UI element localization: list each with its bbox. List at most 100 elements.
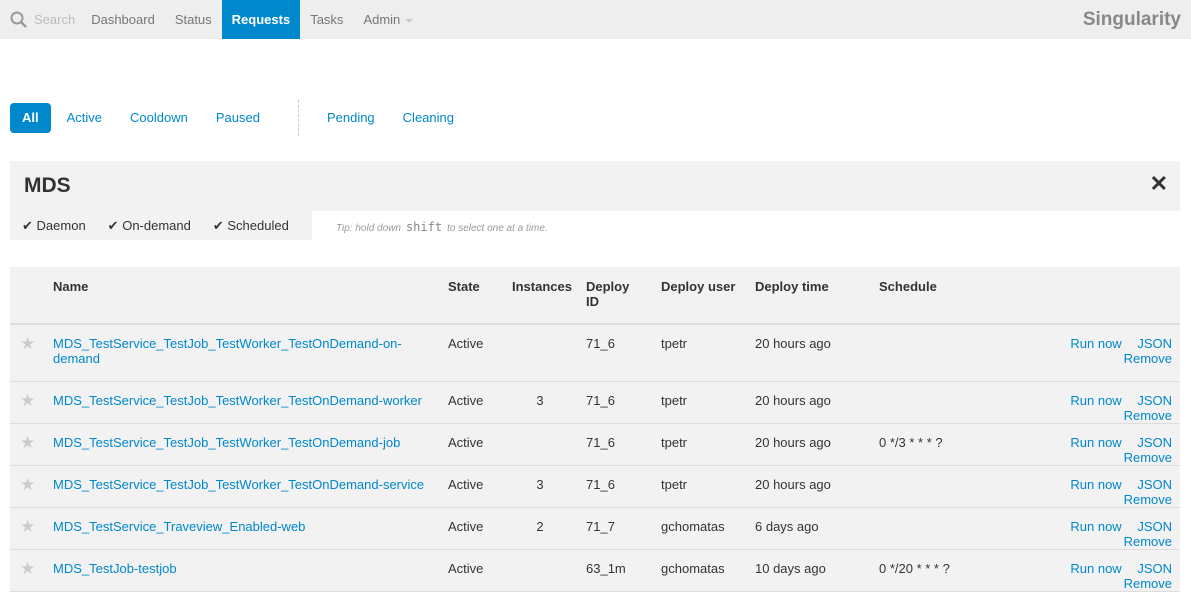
search-icon xyxy=(10,11,27,28)
state-cell: Active xyxy=(448,423,512,466)
check-icon: ✔ xyxy=(107,217,119,233)
request-name-cell: MDS_TestService_TestJob_TestWorker_TestO… xyxy=(53,381,448,424)
tip-prefix: Tip: hold down xyxy=(336,223,401,234)
request-name-link[interactable]: MDS_TestService_TestJob_TestWorker_TestO… xyxy=(53,435,400,450)
request-name-cell: MDS_TestJob-testjob xyxy=(53,549,448,592)
star-icon[interactable]: ★ xyxy=(10,465,53,508)
instances-cell xyxy=(512,324,586,382)
brand-logo[interactable]: Singularity xyxy=(1083,0,1181,39)
star-icon[interactable]: ★ xyxy=(10,381,53,424)
request-name-link[interactable]: MDS_TestService_TestJob_TestWorker_TestO… xyxy=(53,336,402,366)
requests-table: Name State Instances Deploy ID Deploy us… xyxy=(10,267,1180,592)
filter-cooldown[interactable]: Cooldown xyxy=(118,103,200,133)
deploy-id-cell: 71_6 xyxy=(586,465,661,508)
star-icon[interactable]: ★ xyxy=(10,507,53,550)
header-instances[interactable]: Instances xyxy=(512,267,586,325)
deploy-user-cell: gchomatas xyxy=(661,507,755,550)
request-name-link[interactable]: MDS_TestService_TestJob_TestWorker_TestO… xyxy=(53,477,424,492)
header-deploy-id[interactable]: Deploy ID xyxy=(586,267,661,325)
search-button[interactable]: Search xyxy=(0,0,81,39)
close-icon[interactable]: ✕ xyxy=(1150,171,1168,197)
nav-dashboard[interactable]: Dashboard xyxy=(81,0,165,39)
run-now-link[interactable]: Run now xyxy=(1070,561,1121,576)
star-header xyxy=(10,267,53,325)
state-cell: Active xyxy=(448,549,512,592)
star-icon[interactable]: ★ xyxy=(10,549,53,592)
type-scheduled[interactable]: ✔ Scheduled xyxy=(213,218,289,234)
request-name-link[interactable]: MDS_TestService_TestJob_TestWorker_TestO… xyxy=(53,393,422,408)
request-name-cell: MDS_TestService_Traveview_Enabled-web xyxy=(53,507,448,550)
filter-cleaning[interactable]: Cleaning xyxy=(391,103,466,133)
request-name-link[interactable]: MDS_TestJob-testjob xyxy=(53,561,177,576)
nav-admin[interactable]: Admin xyxy=(353,0,423,39)
check-icon: ✔ xyxy=(212,217,224,233)
nav-tasks[interactable]: Tasks xyxy=(300,0,353,39)
request-name-link[interactable]: MDS_TestService_Traveview_Enabled-web xyxy=(53,519,305,534)
instances-cell xyxy=(512,549,586,592)
filter-pending[interactable]: Pending xyxy=(315,103,387,133)
remove-link[interactable]: Remove xyxy=(1124,450,1172,465)
run-now-link[interactable]: Run now xyxy=(1070,519,1121,534)
header-actions xyxy=(1008,267,1180,325)
json-link[interactable]: JSON xyxy=(1137,393,1172,408)
request-name-cell: MDS_TestService_TestJob_TestWorker_TestO… xyxy=(53,423,448,466)
filter-active[interactable]: Active xyxy=(55,103,114,133)
filter-bar: All Active Cooldown Paused Pending Clean… xyxy=(10,100,470,136)
type-on-demand[interactable]: ✔ On-demand xyxy=(108,218,191,234)
actions-cell: Run now JSON Remove xyxy=(1008,549,1180,592)
caret-down-icon xyxy=(405,18,414,23)
table-header: Name State Instances Deploy ID Deploy us… xyxy=(10,267,1180,325)
header-name[interactable]: Name xyxy=(53,267,448,325)
request-name-cell: MDS_TestService_TestJob_TestWorker_TestO… xyxy=(53,465,448,508)
header-deploy-time[interactable]: Deploy time xyxy=(755,267,879,325)
deploy-user-cell: tpetr xyxy=(661,423,755,466)
schedule-cell: 0 */3 * * * ? xyxy=(879,423,1008,466)
remove-link[interactable]: Remove xyxy=(1124,408,1172,423)
schedule-cell: 0 */20 * * * ? xyxy=(879,549,1008,592)
nav-admin-label: Admin xyxy=(363,12,401,27)
instances-cell xyxy=(512,423,586,466)
header-schedule[interactable]: Schedule xyxy=(879,267,1008,325)
type-daemon[interactable]: ✔ Daemon xyxy=(22,218,86,234)
filter-paused[interactable]: Paused xyxy=(204,103,272,133)
actions-cell: Run now JSON Remove xyxy=(1008,423,1180,466)
table-row: ★ MDS_TestService_TestJob_TestWorker_Tes… xyxy=(10,381,1180,424)
table-row: ★ MDS_TestService_TestJob_TestWorker_Tes… xyxy=(10,423,1180,466)
run-now-link[interactable]: Run now xyxy=(1070,477,1121,492)
deploy-time-cell: 20 hours ago xyxy=(755,465,879,508)
table-row: ★ MDS_TestJob-testjob Active 63_1m gchom… xyxy=(10,549,1180,592)
json-link[interactable]: JSON xyxy=(1137,561,1172,576)
tip-text: Tip: hold down shift to select one at a ti… xyxy=(336,220,548,234)
nav-requests[interactable]: Requests xyxy=(221,0,301,39)
type-label: Daemon xyxy=(36,217,86,233)
schedule-cell xyxy=(879,324,1008,382)
group-header: MDS ✕ xyxy=(10,161,1180,211)
json-link[interactable]: JSON xyxy=(1137,519,1172,534)
type-filters: ✔ Daemon ✔ On-demand ✔ Scheduled xyxy=(10,211,312,240)
check-icon: ✔ xyxy=(22,217,33,233)
run-now-link[interactable]: Run now xyxy=(1070,435,1121,450)
run-now-link[interactable]: Run now xyxy=(1070,336,1121,351)
json-link[interactable]: JSON xyxy=(1137,336,1172,351)
nav-status[interactable]: Status xyxy=(165,0,222,39)
run-now-link[interactable]: Run now xyxy=(1070,393,1121,408)
instances-cell: 3 xyxy=(512,465,586,508)
state-cell: Active xyxy=(448,507,512,550)
star-icon[interactable]: ★ xyxy=(10,324,53,382)
header-state[interactable]: State xyxy=(448,267,512,325)
header-deploy-user[interactable]: Deploy user xyxy=(661,267,755,325)
remove-link[interactable]: Remove xyxy=(1124,492,1172,507)
deploy-id-cell: 71_7 xyxy=(586,507,661,550)
json-link[interactable]: JSON xyxy=(1137,435,1172,450)
remove-link[interactable]: Remove xyxy=(1124,576,1172,591)
deploy-time-cell: 20 hours ago xyxy=(755,423,879,466)
filter-all[interactable]: All xyxy=(10,103,51,133)
table-row: ★ MDS_TestService_TestJob_TestWorker_Tes… xyxy=(10,465,1180,508)
state-cell: Active xyxy=(448,324,512,382)
remove-link[interactable]: Remove xyxy=(1124,534,1172,549)
json-link[interactable]: JSON xyxy=(1137,477,1172,492)
star-icon[interactable]: ★ xyxy=(10,423,53,466)
remove-link[interactable]: Remove xyxy=(1124,351,1172,366)
deploy-id-cell: 71_6 xyxy=(586,381,661,424)
actions-cell: Run now JSON Remove xyxy=(1008,507,1180,550)
